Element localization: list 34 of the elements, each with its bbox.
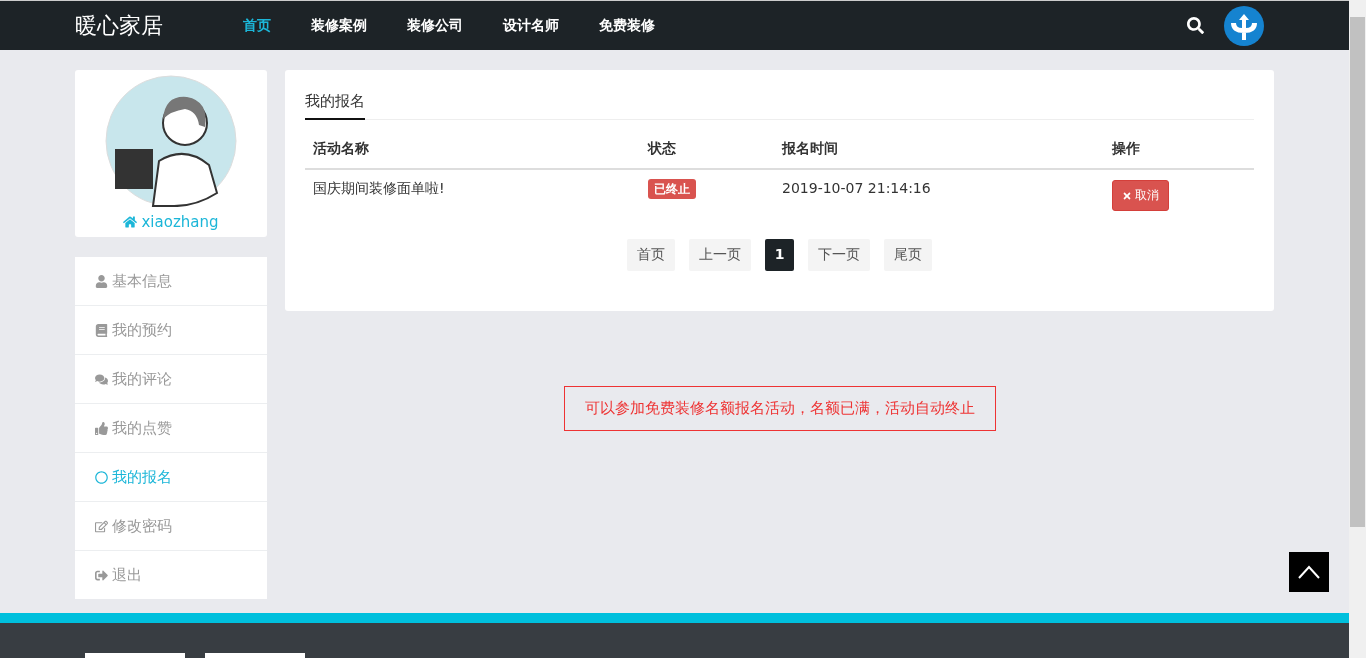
pagination-button[interactable]: 1 <box>764 239 795 271</box>
close-icon <box>1122 190 1132 201</box>
table-cell-text: 2019-10-07 21:14:16 <box>781 179 932 198</box>
round-logo-icon[interactable] <box>1224 5 1264 46</box>
home-icon <box>123 215 138 229</box>
thumbs-up-icon <box>95 421 108 435</box>
search-icon[interactable] <box>1187 17 1204 34</box>
column-header: 报名时间 <box>774 120 1104 170</box>
notice-message: 可以参加免费装修名额报名活动，名额已满，活动自动终止 <box>563 386 996 431</box>
status-badge: 已终止 <box>648 179 696 199</box>
scrollbar[interactable] <box>1349 0 1366 658</box>
site-logo-text[interactable]: 暖心家居 <box>75 10 243 41</box>
pagination-button[interactable]: 首页 <box>626 239 675 271</box>
nav-link[interactable]: 装修公司 <box>407 16 463 35</box>
nav-link[interactable]: 首页 <box>243 16 271 35</box>
back-to-top-button[interactable] <box>1289 552 1329 592</box>
tab[interactable]: 我的报名 <box>305 92 365 120</box>
column-header: 活动名称 <box>305 120 640 170</box>
book-icon <box>95 323 108 337</box>
cancel-button[interactable]: 取消 <box>1112 180 1169 211</box>
nav-link[interactable]: 设计名师 <box>503 16 559 35</box>
comments-icon <box>95 372 108 386</box>
nav-link[interactable]: 免费装修 <box>599 16 655 35</box>
nav-link[interactable]: 装修案例 <box>311 16 367 35</box>
column-header: 操作 <box>1104 120 1254 170</box>
edit-icon <box>95 519 108 533</box>
chevron-up-icon <box>1298 565 1320 579</box>
pagination-button[interactable]: 尾页 <box>884 239 933 271</box>
user-icon <box>95 274 108 288</box>
sign-out-icon <box>95 568 108 582</box>
table-cell-text: 国庆期间装修面单啦! <box>312 179 446 198</box>
pagination-button[interactable]: 下一页 <box>808 239 871 271</box>
column-header: 状态 <box>640 120 774 170</box>
pagination-button[interactable]: 上一页 <box>688 239 751 271</box>
